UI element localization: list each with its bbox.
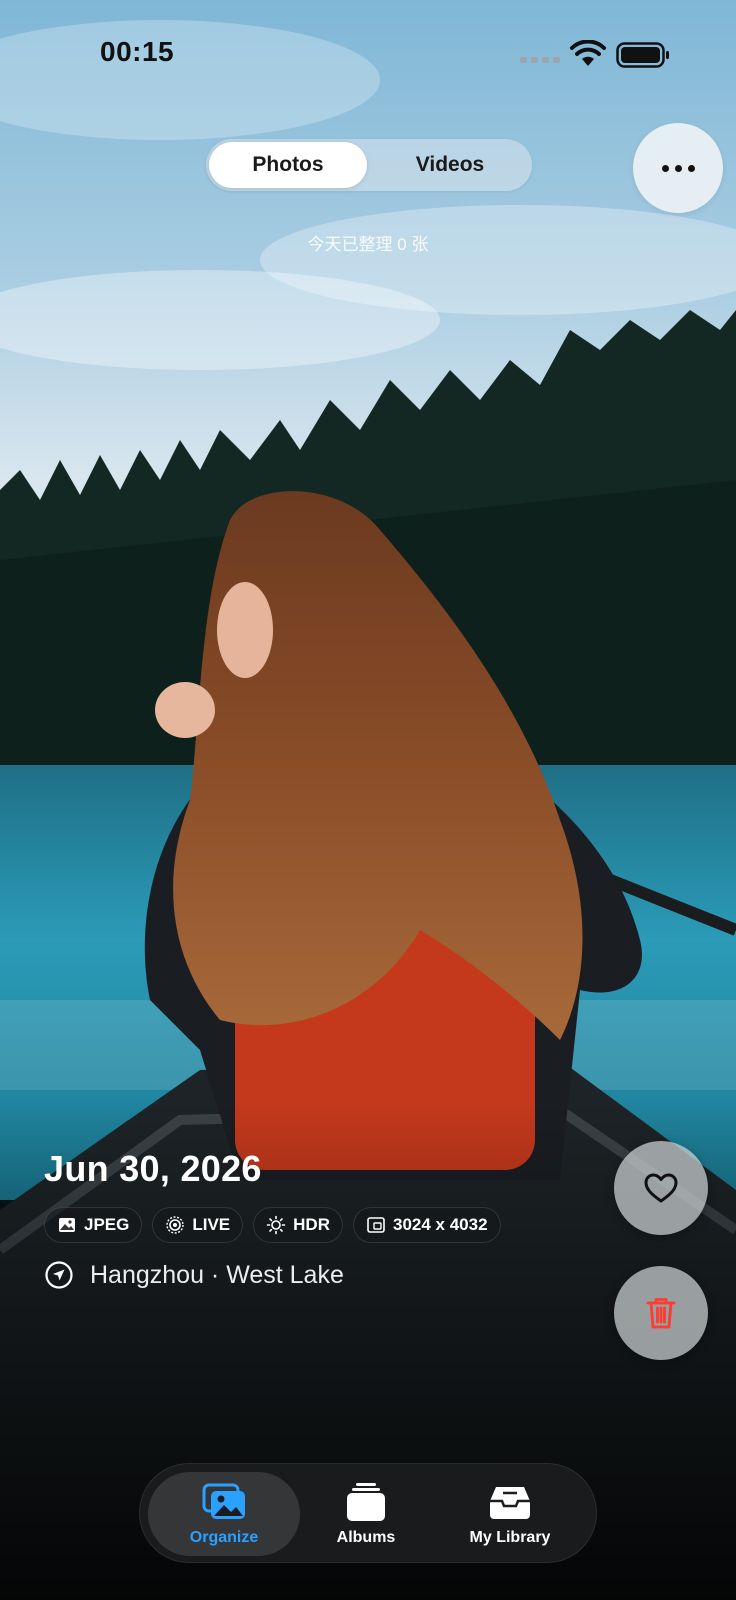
photo-date: Jun 30, 2026 [44,1148,262,1189]
tag-dimensions-label: 3024 x 4032 [393,1215,488,1234]
wifi-icon [570,40,606,66]
photo-location[interactable]: Hangzhou · West Lake [44,1260,344,1290]
tab-my-library[interactable]: My Library [434,1472,586,1556]
ellipsis-icon [661,164,669,172]
dimensions-icon [367,1217,385,1233]
status-time: 00:15 [100,36,175,67]
tab-bar: Organize Albums My Library [139,1463,597,1563]
segment-videos[interactable]: Videos [371,142,529,188]
battery-icon [616,42,669,68]
tag-format: JPEG [44,1207,143,1243]
tab-my-library-label: My Library [469,1529,551,1546]
photos-stack-icon [202,1483,245,1519]
ellipsis-icon-dot [674,164,682,172]
photo-tags: JPEG LIVE HDR 3024 x 4032 [44,1207,501,1243]
live-icon [166,1216,185,1234]
ellipsis-icon-dot [687,164,695,172]
sun-icon [266,1215,286,1235]
delete-button[interactable] [614,1266,708,1360]
location-arrow-icon [45,1261,73,1289]
location-label: Hangzhou · West Lake [90,1260,344,1289]
more-options-button[interactable] [633,123,723,213]
tag-hdr-label: HDR [293,1215,330,1234]
tab-albums-label: Albums [336,1529,396,1546]
status-bar: 00:15 [0,0,736,110]
tab-organize-label: Organize [189,1529,259,1546]
heart-icon [644,1173,678,1203]
trash-icon [646,1298,676,1329]
tab-organize[interactable]: Organize [148,1472,300,1556]
tag-live: LIVE [152,1207,244,1243]
tab-albums[interactable]: Albums [290,1472,442,1556]
tag-dimensions: 3024 x 4032 [353,1207,501,1243]
image-icon [59,1218,75,1232]
segment-photos[interactable]: Photos [209,142,367,188]
albums-stack-icon [347,1483,385,1521]
cellular-signal-icon [520,57,560,63]
tray-icon [490,1487,530,1519]
media-type-segmented-control: Photos Videos [206,139,532,191]
like-button[interactable] [614,1141,708,1235]
tag-live-label: LIVE [192,1215,231,1234]
today-organized-count: 今天已整理 0 张 [307,235,429,254]
tag-format-label: JPEG [84,1215,130,1234]
tag-hdr: HDR [253,1207,343,1243]
